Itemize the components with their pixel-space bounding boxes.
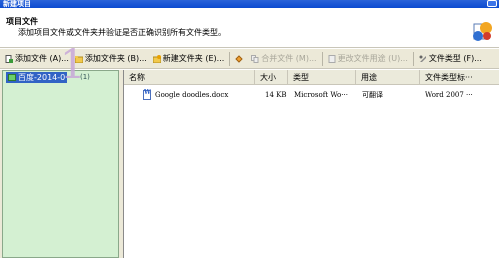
file-name: Google doodles.docx xyxy=(155,91,229,99)
file-type-label: 文件类型 (F)... xyxy=(428,54,482,63)
column-header-usage[interactable]: 用途 xyxy=(356,70,420,85)
tree-item-label: 百度-2014-0 xyxy=(18,73,66,82)
refresh-icon xyxy=(235,54,243,63)
add-file-icon xyxy=(5,54,13,63)
change-usage-label: 更改文件用途 (U)... xyxy=(337,54,408,63)
project-tree[interactable]: 百度-2014-0 (1) 1 xyxy=(2,45,119,258)
toolbar-separator xyxy=(412,51,414,66)
new-folder-icon xyxy=(152,54,161,63)
merge-files-label: 合并文件 (M)... xyxy=(261,54,317,63)
window-titlebar: 新建项目 xyxy=(0,0,499,8)
word-document-icon xyxy=(143,89,151,100)
page-description: 添加项目文件或文件夹并验证是否正确识别所有文件类型。 xyxy=(18,28,226,37)
file-type-button[interactable]: 文件类型 (F)... xyxy=(416,51,485,67)
change-usage-button[interactable]: 更改文件用途 (U)... xyxy=(325,51,411,67)
annotation-number: 1 xyxy=(60,42,86,88)
file-type-tag: Word 2007 ··· xyxy=(425,91,473,99)
new-folder-label: 新建文件夹 (E)... xyxy=(162,54,225,63)
column-header-file-type[interactable]: 文件类型标··· xyxy=(420,70,499,85)
file-list[interactable]: 名称 大小 类型 用途 文件类型标··· Google doodles.docx… xyxy=(123,70,499,258)
content-area: 百度-2014-0 (1) 1 名称 大小 类型 用途 文件类型标··· Goo… xyxy=(0,45,499,258)
project-folder-icon xyxy=(8,74,16,81)
new-folder-button[interactable]: 新建文件夹 (E)... xyxy=(150,51,227,67)
column-header-name[interactable]: 名称 xyxy=(124,70,255,85)
close-button[interactable] xyxy=(487,0,497,7)
refresh-button[interactable] xyxy=(232,51,248,67)
merge-files-icon xyxy=(251,54,259,63)
column-header-type[interactable]: 类型 xyxy=(288,70,356,85)
file-size: 14 KB xyxy=(265,91,287,99)
toolbar-separator xyxy=(229,51,231,66)
app-logo-icon xyxy=(473,22,492,41)
table-row[interactable]: Google doodles.docx 14 KB Microsoft Wo··… xyxy=(124,89,499,101)
file-list-header: 名称 大小 类型 用途 文件类型标··· xyxy=(124,70,499,85)
merge-files-button[interactable]: 合并文件 (M)... xyxy=(248,51,319,67)
change-usage-icon xyxy=(328,54,336,63)
file-type-icon xyxy=(419,55,426,62)
file-type: Microsoft Wo··· xyxy=(294,91,348,99)
add-folder-label: 添加文件夹 (B)... xyxy=(84,54,147,63)
page-title: 项目文件 xyxy=(6,17,38,26)
column-header-size[interactable]: 大小 xyxy=(255,70,288,85)
toolbar-separator xyxy=(321,51,323,66)
file-usage: 可翻译 xyxy=(362,91,383,99)
tree-item-project[interactable]: 百度-2014-0 xyxy=(6,72,68,83)
